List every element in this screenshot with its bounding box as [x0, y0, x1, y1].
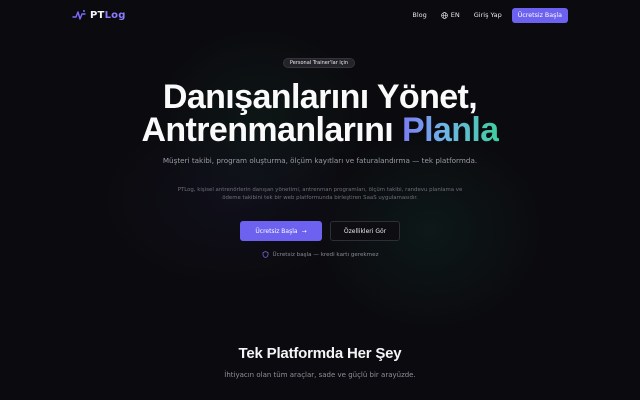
features-title: Tek Platformda Her Şey: [238, 345, 402, 362]
hero-title-highlight: Planla: [402, 111, 499, 149]
start-free-label: Ücretsiz Başla: [255, 227, 298, 235]
no-credit-card-note: Ücretsiz başla — kredi kartı gerekmez: [0, 251, 640, 258]
see-features-button[interactable]: Özellikleri Gör: [330, 221, 400, 241]
hero-subtitle: Müşteri takibi, program oluşturma, ölçüm…: [162, 156, 478, 165]
hero-description: PTLog, kişisel antrenörlerin danışan yön…: [177, 187, 463, 201]
features-subtitle: İhtiyacın olan tüm araçlar, sade ve güçl…: [224, 371, 416, 379]
nav-links: Blog EN Giriş Yap Ücretsiz Başla: [412, 7, 568, 23]
note-text: Ücretsiz başla — kredi kartı gerekmez: [272, 251, 379, 258]
logo-text-log: Log: [104, 9, 126, 21]
arrow-right-icon: →: [301, 227, 307, 235]
top-nav: PTLog Blog EN Giriş Yap Ücretsiz Başla: [0, 0, 640, 30]
language-switcher[interactable]: EN: [441, 11, 460, 19]
shield-icon: [262, 251, 268, 258]
logo-text: PTLog: [90, 10, 126, 21]
pulse-logo-icon: [72, 10, 86, 20]
logo-text-pt: PT: [90, 9, 105, 21]
hero-title-line2: Antrenmanlarını Planla: [0, 111, 640, 150]
hero-title-line2-text: Antrenmanlarını: [141, 111, 402, 149]
hero-badge: Personal Trainer'lar için: [283, 58, 355, 68]
start-free-button[interactable]: Ücretsiz Başla →: [240, 221, 322, 241]
globe-icon: [441, 11, 448, 19]
nav-link-blog[interactable]: Blog: [412, 11, 426, 19]
nav-signup-button[interactable]: Ücretsiz Başla: [511, 7, 568, 23]
language-label: EN: [450, 11, 460, 19]
logo[interactable]: PTLog: [72, 9, 126, 21]
login-link[interactable]: Giriş Yap: [474, 11, 502, 19]
